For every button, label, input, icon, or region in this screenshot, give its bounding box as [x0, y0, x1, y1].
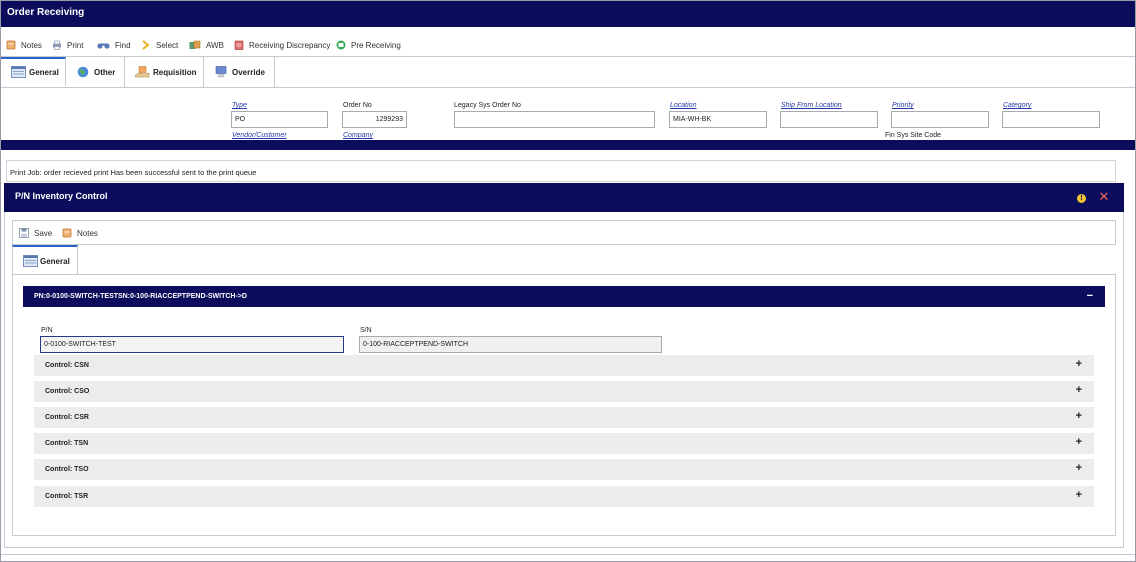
- modal-notes-label: Notes: [77, 228, 98, 238]
- pn-field[interactable]: 0-0100-SWITCH-TEST: [40, 336, 344, 353]
- control-csn-row[interactable]: Control: CSN +: [34, 355, 1094, 376]
- window-titlebar: Order Receiving: [1, 1, 1135, 27]
- control-tso-label: Control: TSO: [45, 466, 89, 473]
- binoculars-icon: [97, 40, 110, 50]
- fin-sys-site-code-label: Fin Sys Site Code: [885, 132, 942, 139]
- receiving-discrepancy-label: Receiving Discrepancy: [249, 40, 331, 50]
- sn-label: S/N: [360, 327, 372, 334]
- control-cso-row[interactable]: Control: CSO +: [34, 381, 1094, 402]
- control-csn-label: Control: CSN: [45, 362, 89, 369]
- window-title: Order Receiving: [7, 7, 85, 18]
- legacy-order-label: Legacy Sys Order No: [454, 102, 521, 109]
- close-icon[interactable]: ✕: [1097, 190, 1111, 204]
- control-tsn-row[interactable]: Control: TSN +: [34, 433, 1094, 454]
- expand-icon[interactable]: +: [1076, 489, 1082, 501]
- category-label[interactable]: Category: [1003, 102, 1031, 109]
- expand-icon[interactable]: +: [1076, 410, 1082, 422]
- find-button[interactable]: Find: [97, 39, 131, 51]
- find-label: Find: [115, 40, 131, 50]
- expand-icon[interactable]: +: [1076, 436, 1082, 448]
- collapse-icon[interactable]: −: [1087, 290, 1093, 302]
- printer-icon: [52, 40, 62, 50]
- save-button[interactable]: Save: [19, 227, 52, 239]
- main-tabs: General Other Requisition Override: [1, 57, 275, 87]
- order-no-field[interactable]: 1299293: [342, 111, 407, 128]
- modal-tab-general[interactable]: General: [12, 245, 78, 275]
- location-field[interactable]: MIA-WH-BK: [669, 111, 767, 128]
- control-csr-label: Control: CSR: [45, 414, 89, 421]
- modal-notes-button[interactable]: Notes: [62, 227, 98, 239]
- tab-override-label: Override: [232, 67, 265, 77]
- vendor-customer-label[interactable]: Vendor/Customer: [232, 132, 287, 139]
- select-label: Select: [156, 40, 179, 50]
- notes-icon: [6, 40, 16, 50]
- awb-label: AWB: [206, 40, 224, 50]
- notes-icon: [62, 228, 72, 238]
- control-tsr-row[interactable]: Control: TSR +: [34, 486, 1094, 507]
- receiving-discrepancy-button[interactable]: Receiving Discrepancy: [234, 39, 330, 51]
- company-label[interactable]: Company: [343, 132, 373, 139]
- notes-label: Notes: [21, 40, 42, 50]
- modal-backdrop-band: [1, 140, 1135, 150]
- pn-label: P/N: [41, 327, 53, 334]
- save-label: Save: [34, 228, 53, 238]
- ship-from-field[interactable]: [780, 111, 878, 128]
- tab-other[interactable]: Other: [66, 57, 125, 87]
- expand-icon[interactable]: +: [1076, 462, 1082, 474]
- awb-icon: [189, 40, 201, 50]
- print-label: Print: [67, 40, 84, 50]
- tab-general-label: General: [29, 67, 59, 77]
- pn-section-header[interactable]: PN:0-0100-SWITCH-TESTSN:0-100-RIACCEPTPE…: [23, 286, 1105, 307]
- select-chevron-icon: [141, 40, 151, 50]
- type-label[interactable]: Type: [232, 102, 247, 109]
- sn-field[interactable]: 0-100-RIACCEPTPEND-SWITCH: [359, 336, 662, 353]
- expand-icon[interactable]: +: [1076, 358, 1082, 370]
- type-field[interactable]: PO: [231, 111, 328, 128]
- control-tsn-label: Control: TSN: [45, 440, 89, 447]
- requisition-icon: [135, 66, 150, 78]
- print-status-message: Print Job: order recieved print Has been…: [6, 160, 1116, 182]
- priority-field[interactable]: [891, 111, 989, 128]
- print-button[interactable]: Print: [52, 39, 83, 51]
- ship-from-label[interactable]: Ship From Location: [781, 102, 842, 109]
- control-tsr-label: Control: TSR: [45, 493, 89, 500]
- order-no-label: Order No: [343, 102, 372, 109]
- globe-icon: [76, 66, 91, 78]
- control-tso-row[interactable]: Control: TSO +: [34, 459, 1094, 480]
- save-icon: [19, 228, 29, 238]
- legacy-order-field[interactable]: [454, 111, 655, 128]
- modal-header: P/N Inventory Control ! ✕: [4, 183, 1124, 212]
- expand-icon[interactable]: +: [1076, 384, 1082, 396]
- tab-requisition[interactable]: Requisition: [125, 57, 204, 87]
- pn-section-title: PN:0-0100-SWITCH-TESTSN:0-100-RIACCEPTPE…: [34, 293, 247, 300]
- modal-tab-general-label: General: [40, 256, 70, 266]
- general-tab-icon: [11, 66, 26, 78]
- tabs-divider: [1, 87, 1135, 88]
- tab-general[interactable]: General: [1, 57, 66, 87]
- priority-label[interactable]: Priority: [892, 102, 914, 109]
- tab-override[interactable]: Override: [204, 57, 275, 87]
- location-label[interactable]: Location: [670, 102, 696, 109]
- tab-other-label: Other: [94, 67, 116, 77]
- notes-button[interactable]: Notes: [6, 39, 42, 51]
- awb-button[interactable]: AWB: [189, 39, 224, 51]
- control-cso-label: Control: CSO: [45, 388, 90, 395]
- pre-receiving-button[interactable]: Pre Receiving: [336, 39, 401, 51]
- override-icon: [214, 66, 229, 78]
- select-button[interactable]: Select: [141, 39, 178, 51]
- pre-receiving-label: Pre Receiving: [351, 40, 401, 50]
- main-toolbar: Notes Print Find Select AWB Receiving Di…: [1, 33, 1135, 57]
- tab-requisition-label: Requisition: [153, 67, 197, 77]
- general-tab-icon: [23, 255, 38, 267]
- discrepancy-icon: [234, 40, 244, 50]
- control-csr-row[interactable]: Control: CSR +: [34, 407, 1094, 428]
- bottom-divider: [1, 554, 1135, 555]
- category-field[interactable]: [1002, 111, 1100, 128]
- modal-toolbar: Save Notes: [12, 220, 1116, 245]
- info-icon[interactable]: !: [1077, 194, 1086, 203]
- modal-title: P/N Inventory Control: [15, 191, 108, 201]
- pre-receiving-icon: [336, 40, 346, 50]
